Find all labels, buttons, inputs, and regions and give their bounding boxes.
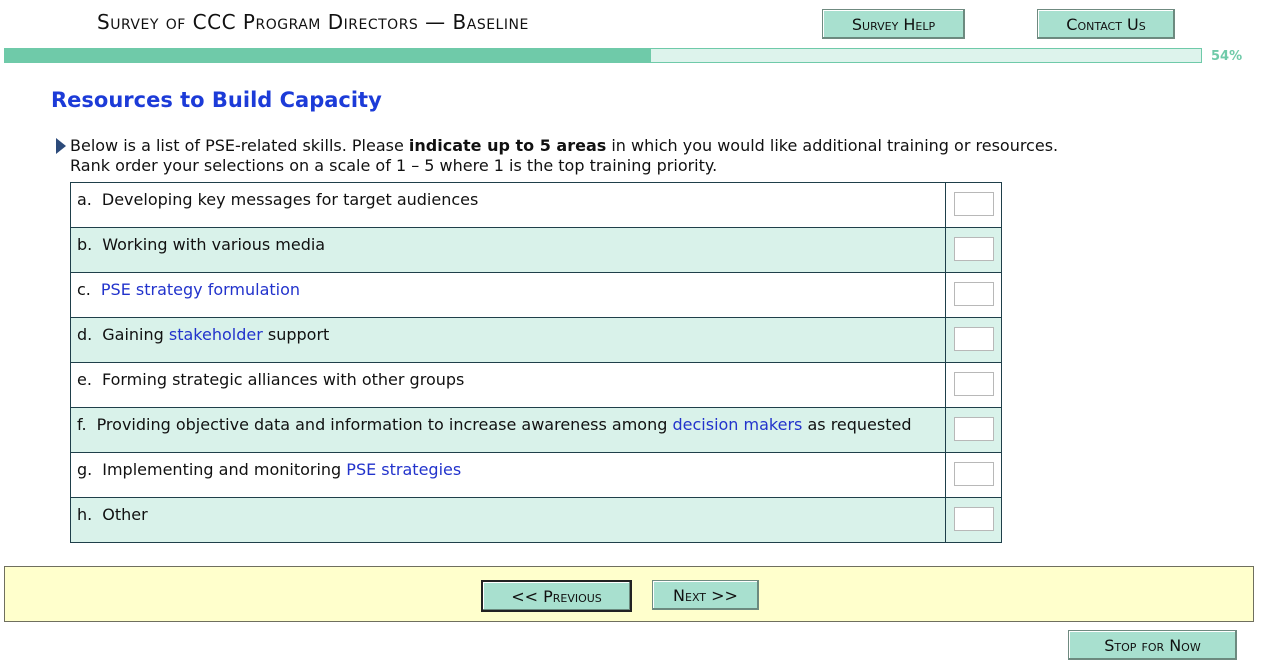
instructions-part1: Below is a list of PSE-related skills. P… bbox=[70, 136, 409, 155]
item-text: Forming strategic alliances with other g… bbox=[101, 370, 465, 389]
rank-input[interactable] bbox=[953, 237, 994, 261]
instructions: Below is a list of PSE-related skills. P… bbox=[70, 136, 1230, 176]
rank-cell bbox=[945, 182, 1002, 228]
item-letter: g. bbox=[77, 460, 93, 479]
rank-cell bbox=[945, 227, 1002, 273]
rank-input[interactable] bbox=[953, 372, 994, 396]
progress-bar bbox=[4, 48, 1202, 63]
rank-input[interactable] bbox=[953, 327, 994, 351]
item-letter: e. bbox=[77, 370, 92, 389]
item-text: Implementing and monitoring bbox=[102, 460, 347, 479]
item-cell: h. Other bbox=[70, 497, 946, 543]
item-letter: b. bbox=[77, 235, 93, 254]
item-cell: b. Working with various media bbox=[70, 227, 946, 273]
item-label: f. Providing objective data and informati… bbox=[71, 408, 945, 434]
progress-percent: 54% bbox=[1211, 49, 1243, 64]
table-row: h. Other bbox=[70, 497, 1002, 543]
item-label: a. Developing key messages for target aud… bbox=[71, 183, 945, 209]
instructions-part2: in which you would like additional train… bbox=[606, 136, 1059, 155]
ranking-table: a. Developing key messages for target aud… bbox=[70, 182, 1002, 543]
item-letter: f. bbox=[77, 415, 87, 434]
table-row: d. Gaining stakeholder support bbox=[70, 317, 1002, 363]
item-label: e. Forming strategic alliances with other… bbox=[71, 363, 945, 389]
item-letter: d. bbox=[77, 325, 93, 344]
glossary-link[interactable]: PSE strategy formulation bbox=[101, 280, 300, 299]
table-row: c. PSE strategy formulation bbox=[70, 272, 1002, 318]
glossary-link[interactable]: stakeholder bbox=[169, 325, 263, 344]
rank-cell bbox=[945, 452, 1002, 498]
item-text: Providing objective data and information… bbox=[96, 415, 673, 434]
section-title: Resources to Build Capacity bbox=[51, 88, 382, 112]
rank-cell bbox=[945, 362, 1002, 408]
survey-title: Survey of CCC Program Directors — Baseli… bbox=[97, 10, 529, 34]
item-cell: d. Gaining stakeholder support bbox=[70, 317, 946, 363]
table-row: a. Developing key messages for target aud… bbox=[70, 182, 1002, 228]
item-cell: f. Providing objective data and informati… bbox=[70, 407, 946, 453]
table-row: b. Working with various media bbox=[70, 227, 1002, 273]
rank-input[interactable] bbox=[953, 507, 994, 531]
glossary-link[interactable]: decision makers bbox=[672, 415, 802, 434]
item-letter: h. bbox=[77, 505, 93, 524]
rank-input[interactable] bbox=[953, 462, 994, 486]
table-row: e. Forming strategic alliances with other… bbox=[70, 362, 1002, 408]
previous-button[interactable]: << Previous bbox=[481, 580, 632, 612]
item-text: Gaining bbox=[102, 325, 169, 344]
progress-fill bbox=[5, 49, 651, 62]
next-button[interactable]: Next >> bbox=[652, 580, 759, 610]
rank-cell bbox=[945, 317, 1002, 363]
table-row: f. Providing objective data and informati… bbox=[70, 407, 1002, 453]
item-label: d. Gaining stakeholder support bbox=[71, 318, 945, 344]
item-cell: g. Implementing and monitoring PSE strate… bbox=[70, 452, 946, 498]
bullet-arrow-icon bbox=[56, 138, 66, 154]
item-label: b. Working with various media bbox=[71, 228, 945, 254]
instructions-emphasis: indicate up to 5 areas bbox=[408, 136, 607, 155]
contact-us-button[interactable]: Contact Us bbox=[1037, 9, 1175, 39]
item-text: Developing key messages for target audie… bbox=[101, 190, 479, 209]
survey-help-button[interactable]: Survey Help bbox=[822, 9, 965, 39]
item-text: Working with various media bbox=[102, 235, 326, 254]
stop-for-now-button[interactable]: Stop for Now bbox=[1068, 630, 1237, 660]
item-text: support bbox=[262, 325, 330, 344]
navigation-bar: << Previous Next >> bbox=[4, 566, 1254, 622]
rank-cell bbox=[945, 497, 1002, 543]
rank-input[interactable] bbox=[953, 192, 994, 216]
rank-cell bbox=[945, 407, 1002, 453]
item-cell: e. Forming strategic alliances with other… bbox=[70, 362, 946, 408]
item-label: h. Other bbox=[71, 498, 945, 524]
instructions-line2: Rank order your selections on a scale of… bbox=[70, 156, 718, 175]
rank-cell bbox=[945, 272, 1002, 318]
rank-input[interactable] bbox=[953, 282, 994, 306]
item-cell: a. Developing key messages for target aud… bbox=[70, 182, 946, 228]
item-label: c. PSE strategy formulation bbox=[71, 273, 945, 299]
item-text: Other bbox=[102, 505, 148, 524]
item-cell: c. PSE strategy formulation bbox=[70, 272, 946, 318]
item-letter: a. bbox=[77, 190, 92, 209]
item-text: as requested bbox=[802, 415, 912, 434]
rank-input[interactable] bbox=[953, 417, 994, 441]
glossary-link[interactable]: PSE strategies bbox=[346, 460, 461, 479]
item-letter: c. bbox=[77, 280, 91, 299]
table-row: g. Implementing and monitoring PSE strate… bbox=[70, 452, 1002, 498]
item-label: g. Implementing and monitoring PSE strate… bbox=[71, 453, 945, 479]
